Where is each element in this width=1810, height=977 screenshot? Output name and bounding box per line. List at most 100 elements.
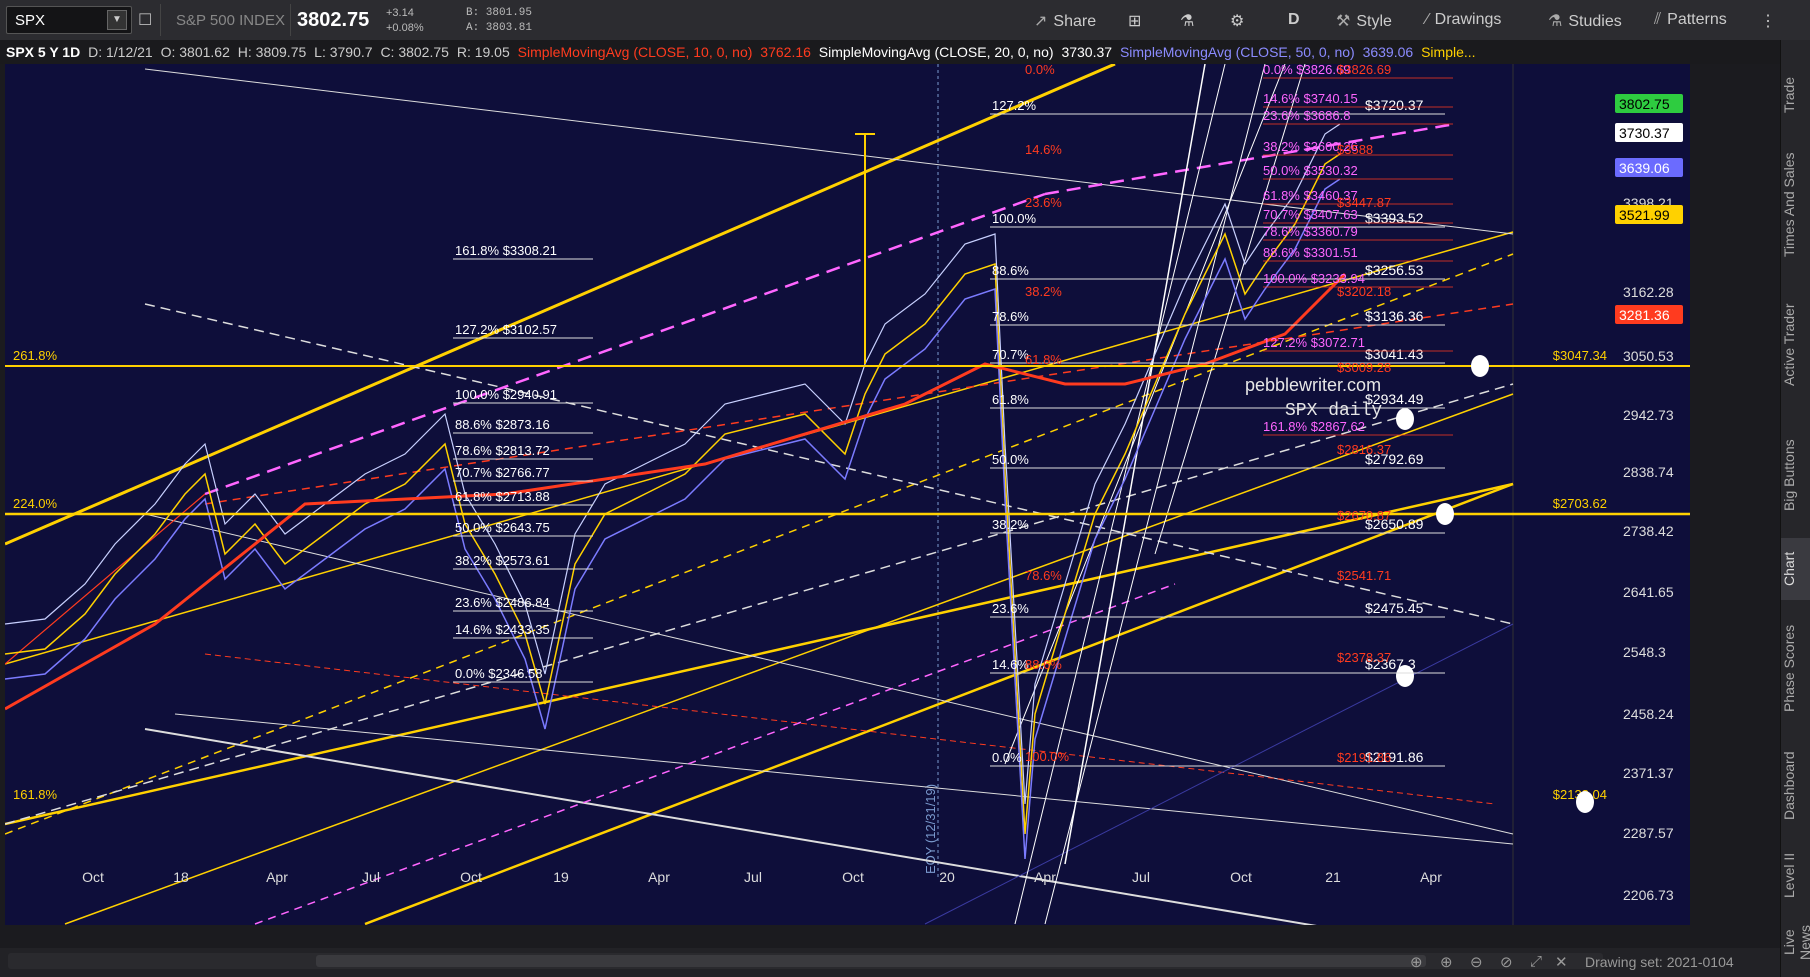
fib-mid-red-label: 100.0% <box>1025 749 1070 764</box>
drawing-set-label[interactable]: Drawing set: 2021-0104 <box>1585 954 1734 970</box>
more-studies-label[interactable]: Simple... <box>1421 44 1475 60</box>
trend-line <box>204 653 1496 805</box>
chevron-down-icon[interactable]: ▼ <box>107 10 127 30</box>
time-tick-label: Apr <box>648 869 670 885</box>
fib-right-pink-label: 127.2% $3072.71 <box>1263 335 1365 350</box>
style-label: Style <box>1356 13 1392 30</box>
zoom-fit-icon[interactable]: ⊘ <box>1500 953 1513 971</box>
flask-button[interactable]: ⚗ <box>1180 11 1194 31</box>
price-badge-label: 3521.99 <box>1619 207 1670 223</box>
top-toolbar: SPX ▼ ☐ S&P 500 INDEX 3802.75 +3.14 +0.0… <box>0 0 1810 41</box>
price-tick-label: 2458.24 <box>1623 706 1674 722</box>
right-side-panel: Trade Times And Sales Active Trader Big … <box>1780 40 1810 977</box>
fib-right-red-label: $3009.28 <box>1337 360 1391 375</box>
marker-dot <box>1576 791 1594 813</box>
price-chart[interactable]: EOY (12/31/19) 261.8% $3047.34 224.0% $2703… <box>5 64 1690 925</box>
fib-mid-red-label: 78.6% <box>1025 568 1062 583</box>
divider <box>290 4 291 36</box>
patterns-icon: ⫽ <box>1654 11 1662 28</box>
fib-right-red-label: $2378.37 <box>1337 650 1391 665</box>
sma20-label[interactable]: SimpleMovingAvg (CLOSE, 20, 0, no) <box>819 44 1054 60</box>
zoom-reset-icon[interactable]: ⊕ <box>1410 953 1423 971</box>
drawings-button[interactable]: ∕ Drawings <box>1426 11 1501 29</box>
clear-icon[interactable]: ✕ <box>1555 953 1568 971</box>
horizontal-scrollbar[interactable] <box>8 953 1603 969</box>
share-button[interactable]: ↗ Share <box>1034 11 1096 31</box>
level-261-8-left-label: 261.8% <box>13 348 58 363</box>
chart-head: SPX 5 Y 1D <box>6 44 81 60</box>
sma10-label[interactable]: SimpleMovingAvg (CLOSE, 10, 0, no) <box>518 44 753 60</box>
fib-mid-white-label: 14.6% <box>992 657 1029 672</box>
trend-line <box>1044 64 1266 925</box>
style-icon: ⚒ <box>1336 13 1351 30</box>
studies-button[interactable]: ⚗ Studies <box>1548 11 1622 31</box>
fib-mid-white-label: 78.6% <box>992 309 1029 324</box>
bottom-bar: ⊕ ⊕ ⊖ ⊘ ⤢ ✕ Drawing set: 2021-0104 <box>0 948 1780 977</box>
level-261-8-right-label: $3047.34 <box>1553 348 1607 363</box>
fib-mid-white-label: 38.2% <box>992 517 1029 532</box>
style-button[interactable]: ⚒ Style <box>1336 11 1392 31</box>
fib-right-white-label: $2475.45 <box>1365 600 1424 616</box>
time-tick-label: Oct <box>82 869 104 885</box>
tab-dashboard[interactable]: Dashboard <box>1781 736 1810 836</box>
trend-line <box>64 393 1514 925</box>
time-tick-label: Apr <box>266 869 288 885</box>
fib-right-red-label: $2670.87 <box>1337 508 1391 523</box>
time-tick-label: Apr <box>1420 869 1442 885</box>
tab-times-and-sales[interactable]: Times And Sales <box>1781 140 1810 270</box>
time-tick-label: Jul <box>744 869 762 885</box>
sma50-label[interactable]: SimpleMovingAvg (CLOSE, 50, 0, no) <box>1120 44 1355 60</box>
patterns-button[interactable]: ⫽ Patterns <box>1654 11 1727 29</box>
tab-level-ii[interactable]: Level II <box>1781 845 1810 905</box>
fib-right-red-label: $2541.71 <box>1337 568 1391 583</box>
settings-button[interactable]: ⚙ <box>1230 11 1244 31</box>
tab-trade[interactable]: Trade <box>1781 60 1810 130</box>
tab-phase-scores[interactable]: Phase Scores <box>1781 608 1810 728</box>
chart-canvas[interactable]: EOY (12/31/19) 261.8% $3047.34 224.0% $2703… <box>5 64 1690 925</box>
fib-mid-white-label: 100.0% <box>992 211 1037 226</box>
marker-dot <box>1436 503 1454 525</box>
zoom-out-icon[interactable]: ⊖ <box>1470 953 1483 971</box>
price-tick-label: 2371.37 <box>1623 765 1674 781</box>
price-tick-label: 3050.53 <box>1623 348 1674 364</box>
price-badge-label: 3802.75 <box>1619 96 1670 112</box>
fib-right-pink-label: 161.8% $2867.62 <box>1263 419 1365 434</box>
grid-icon: ⊞ <box>1128 13 1142 30</box>
fib-right-red-label: $3447.87 <box>1337 195 1391 210</box>
ohlc-close: C: 3802.75 <box>380 44 449 60</box>
marker-dot <box>1471 355 1489 377</box>
time-tick-label: 19 <box>553 869 569 885</box>
gear-icon: ⚙ <box>1230 13 1245 30</box>
fib-mid-red-label: 88.6% <box>1025 657 1062 672</box>
fib-right-pink-label: 14.6% $3740.15 <box>1263 91 1358 106</box>
flexible-grid-button[interactable]: ⊞ <box>1128 11 1141 31</box>
bid-price: B: 3801.95 <box>466 7 533 19</box>
sma50-value: 3639.06 <box>1362 44 1414 60</box>
symbol-selector[interactable]: SPX ▼ <box>6 6 132 34</box>
flask-studies-icon: ⚗ <box>1548 13 1563 30</box>
timeframe-button[interactable]: D <box>1288 11 1300 29</box>
scrollbar-thumb[interactable] <box>316 955 1426 967</box>
price-badge-label: 3639.06 <box>1619 160 1670 176</box>
fib-mid-white-label: 127.2% <box>992 98 1037 113</box>
fib-right-red-label: $3588 <box>1337 142 1373 157</box>
ohlc-low: L: 3790.7 <box>314 44 373 60</box>
tab-big-buttons[interactable]: Big Buttons <box>1781 420 1810 530</box>
ask-price: A: 3803.81 <box>466 22 533 34</box>
zoom-in-icon[interactable]: ⊕ <box>1440 953 1453 971</box>
tab-active-trader[interactable]: Active Trader <box>1781 280 1810 410</box>
expand-icon[interactable]: ⤢ <box>1530 953 1542 970</box>
fib-left-label: 70.7% $2766.77 <box>455 465 550 480</box>
watermark-site: pebblewriter.com <box>1245 375 1381 395</box>
more-menu-button[interactable]: ⋮ <box>1760 11 1776 31</box>
patterns-label: Patterns <box>1667 11 1727 28</box>
fib-right-white-label: $3136.36 <box>1365 308 1424 324</box>
tab-chart[interactable]: Chart <box>1781 538 1810 600</box>
tab-live-news[interactable]: Live News <box>1781 912 1810 972</box>
price-tick-label: 2838.74 <box>1623 464 1674 480</box>
fib-right-white-label: $3393.52 <box>1365 210 1424 226</box>
fib-left-label: 100.0% $2940.91 <box>455 387 557 402</box>
checkbox-icon[interactable]: ☐ <box>138 10 152 30</box>
fib-left-label: 14.6% $2433.35 <box>455 622 550 637</box>
price-tick-label: 3162.28 <box>1623 284 1674 300</box>
